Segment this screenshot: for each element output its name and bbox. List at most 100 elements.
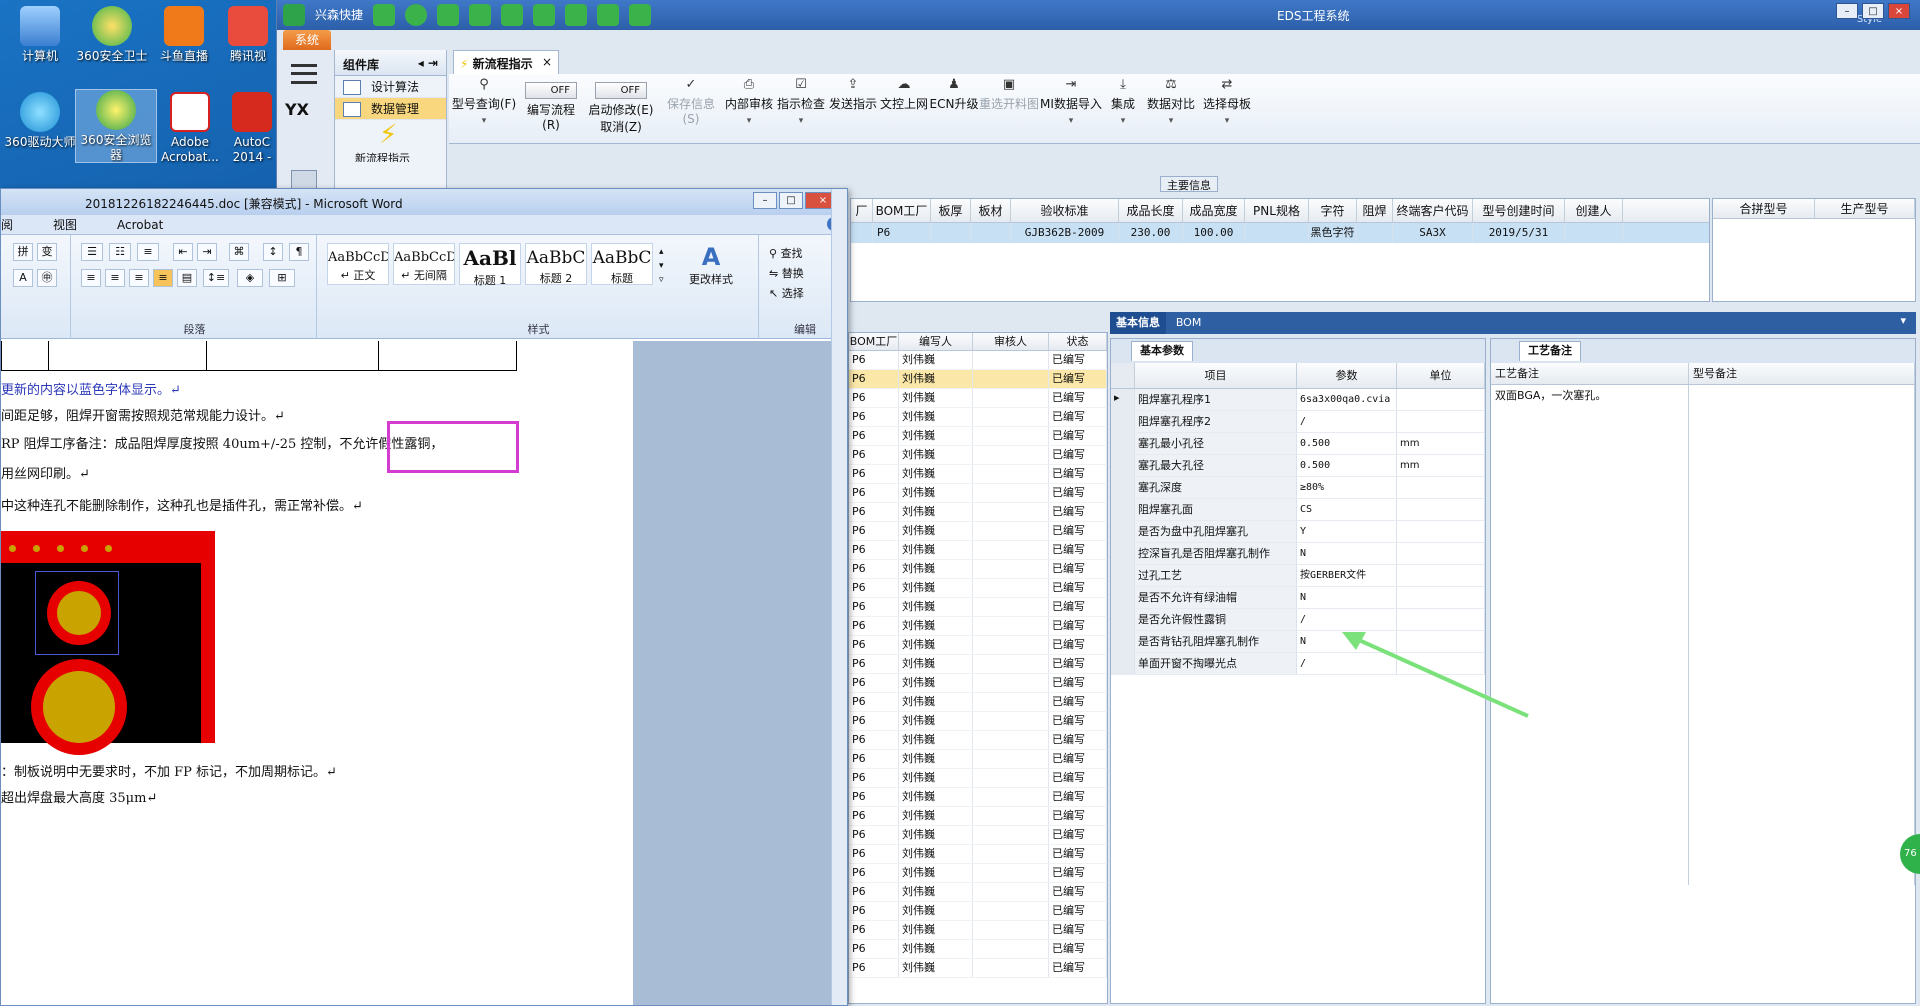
table-row[interactable]: P6 刘伟巍 已编写 (849, 807, 1107, 826)
search-icon[interactable] (373, 4, 396, 26)
show-marks-icon[interactable]: ¶ (289, 243, 309, 261)
minimize-button[interactable]: – (1836, 3, 1858, 19)
line-spacing-icon[interactable]: ↕≡ (203, 269, 229, 287)
table-row[interactable]: P6 刘伟巍 已编写 (849, 940, 1107, 959)
param-row[interactable]: 阻焊塞孔程序2/ (1111, 411, 1485, 433)
param-row[interactable]: 单面开窗不掏曝光点 / (1111, 653, 1485, 675)
table-row[interactable]: P6 刘伟巍 已编写 (849, 693, 1107, 712)
font-color-icon[interactable]: A (13, 269, 33, 287)
column-header[interactable]: 创建人 (1565, 199, 1623, 222)
process-note-cell[interactable]: 双面BGA，一次塞孔。 (1491, 385, 1689, 885)
table-icon[interactable] (501, 4, 524, 26)
save-info-button[interactable]: ✓ 保存信息(S) (659, 74, 723, 144)
desktop-icon-autocad[interactable]: AutoC 2014 - (224, 92, 280, 165)
phonetic-icon[interactable]: 拼 (13, 243, 33, 261)
param-row[interactable]: 塞孔最小孔径 0.500 mm (1111, 433, 1485, 455)
decrease-indent-icon[interactable]: ⇤ (173, 243, 193, 261)
close-button[interactable]: × (1888, 3, 1910, 19)
param-row[interactable]: 塞孔最大孔径 0.500 mm (1111, 455, 1485, 477)
table-row[interactable]: P6 刘伟巍 已编写 (849, 446, 1107, 465)
param-row[interactable]: 是否不允许有绿油帽 N (1111, 587, 1485, 609)
table-row[interactable]: P6 刘伟巍 已编写 (849, 959, 1107, 978)
param-value[interactable]: N (1297, 587, 1397, 608)
lightning-icon[interactable]: ⚡ (379, 120, 401, 150)
column-header[interactable]: 板厚 (931, 199, 971, 222)
column-header[interactable]: 合拼型号 (1713, 199, 1815, 218)
column-header[interactable]: 成品长度 (1119, 199, 1183, 222)
param-row[interactable]: 塞孔深度 ≥80% (1111, 477, 1485, 499)
table-row[interactable]: P6 刘伟巍 已编写 (849, 389, 1107, 408)
column-header[interactable]: 参数 (1297, 363, 1397, 388)
column-header[interactable]: 编写人 (899, 333, 973, 350)
column-header[interactable]: 厂 (851, 199, 873, 222)
bullets-icon[interactable]: ☰ (81, 243, 103, 261)
style-no-spacing[interactable]: AaBbCcDc ↵ 无间隔 (393, 243, 455, 285)
table-row[interactable]: P6 刘伟巍 已编写 (849, 712, 1107, 731)
param-value[interactable]: / (1297, 653, 1397, 674)
param-row[interactable]: ▸ 阻焊塞孔程序1 6sa3x00qa0.cvia (1111, 389, 1485, 411)
table-row[interactable]: P6 刘伟巍 已编写 (849, 636, 1107, 655)
row-selector[interactable] (1111, 631, 1135, 652)
table-row[interactable]: P6 刘伟巍 已编写 (849, 864, 1107, 883)
align-left-icon[interactable]: ≡ (81, 269, 101, 287)
style-normal[interactable]: AaBbCcDc ↵ 正文 (327, 243, 389, 285)
model-query-button[interactable]: ⚲ 型号查询(F) ▾ (449, 74, 519, 144)
instruction-check-button[interactable]: ☑ 指示检查 ▾ (775, 74, 827, 144)
multilevel-list-icon[interactable]: ≡ (137, 243, 159, 261)
document-area[interactable]: 更新的内容以蓝色字体显示。↵ 间距足够，阻焊开窗需按照规范常规能力设计。↵ RP… (1, 341, 833, 1005)
row-selector[interactable]: ▸ (1111, 389, 1135, 410)
column-header[interactable]: 板材 (971, 199, 1011, 222)
doc-line[interactable]: 间距足够，阻焊开窗需按照规范常规能力设计。↵ (1, 405, 285, 424)
table-row[interactable]: P6 刘伟巍 已编写 (849, 826, 1107, 845)
row-selector[interactable] (1111, 587, 1135, 608)
doc-line[interactable]: ：制板说明中无要求时，不加 FP 标记，不加周期标记。↵ (1, 761, 337, 780)
data-compare-button[interactable]: ⚖ 数据对比 ▾ (1143, 74, 1199, 144)
doc-line[interactable]: 超出焊盘最大高度 35μm↵ (1, 787, 157, 806)
param-value[interactable]: 6sa3x00qa0.cvia (1297, 389, 1397, 410)
table-row[interactable]: P6 刘伟巍 已编写 (849, 731, 1107, 750)
row-selector[interactable] (1111, 411, 1135, 432)
shading-icon[interactable]: ◈ (237, 269, 263, 287)
param-value[interactable]: Y (1297, 521, 1397, 542)
ecn-upgrade-button[interactable]: ♟ ECN升级 (929, 74, 979, 144)
param-row[interactable]: 过孔工艺 按GERBER文件 (1111, 565, 1485, 587)
table-row[interactable]: P6 刘伟巍 已编写 (849, 408, 1107, 427)
component-item-new-flow[interactable]: 新流程指示 (355, 150, 410, 162)
menu-item-view[interactable]: 视图 (53, 215, 77, 234)
sort-icon[interactable]: ↕ (263, 243, 283, 261)
doc-online-button[interactable]: ☁ 文控上网 (879, 74, 929, 144)
yx-module-label[interactable]: YX (285, 100, 309, 119)
borders-icon[interactable]: ⊞ (269, 269, 295, 287)
column-header[interactable]: 型号创建时间 (1473, 199, 1565, 222)
row-selector[interactable] (1111, 609, 1135, 630)
param-row[interactable]: 是否允许假性露铜 / (1111, 609, 1485, 631)
desktop-icon-acrobat[interactable]: Adobe Acrobat... (150, 92, 230, 165)
param-value[interactable]: / (1297, 411, 1397, 432)
start-modify-toggle[interactable]: OFF 启动修改(E) 取消(Z) (585, 74, 657, 144)
table-row[interactable]: P6 刘伟巍 已编写 (849, 522, 1107, 541)
tools-icon[interactable] (469, 4, 492, 26)
tab-new-flow[interactable]: ⚡ 新流程指示 × (453, 50, 559, 74)
column-header[interactable]: 终端客户代码 (1393, 199, 1473, 222)
column-header[interactable]: BOM工厂 (873, 199, 931, 222)
tab-system[interactable]: 系统 (283, 30, 331, 50)
table-row[interactable]: P6 刘伟巍 已编写 (849, 902, 1107, 921)
column-header[interactable]: 验收标准 (1011, 199, 1119, 222)
table-row[interactable]: P6 刘伟巍 已编写 (849, 370, 1107, 389)
table-row[interactable]: P6 刘伟巍 已编写 (849, 769, 1107, 788)
doc-line[interactable]: 更新的内容以蓝色字体显示。↵ (1, 379, 181, 398)
tab-process-notes[interactable]: 工艺备注 (1519, 341, 1581, 361)
row-selector[interactable] (1111, 455, 1135, 476)
maximize-button[interactable]: □ (779, 192, 803, 209)
table-row[interactable]: P6 刘伟巍 已编写 (849, 503, 1107, 522)
table-row[interactable]: P6 刘伟巍 已编写 (849, 845, 1107, 864)
column-header[interactable]: 成品宽度 (1183, 199, 1245, 222)
char-border-icon[interactable]: ㊥ (37, 269, 57, 287)
column-header[interactable]: 型号备注 (1689, 363, 1915, 384)
desktop-icon-360-browser[interactable]: 360安全浏览器 (75, 89, 157, 163)
increase-indent-icon[interactable]: ⇥ (197, 243, 217, 261)
param-value[interactable]: CS (1297, 499, 1397, 520)
param-value[interactable]: N (1297, 543, 1397, 564)
table-row[interactable]: P6 刘伟巍 已编写 (849, 750, 1107, 769)
styles-scroll-icon[interactable]: ▴ ▾ ▿ (659, 245, 664, 287)
